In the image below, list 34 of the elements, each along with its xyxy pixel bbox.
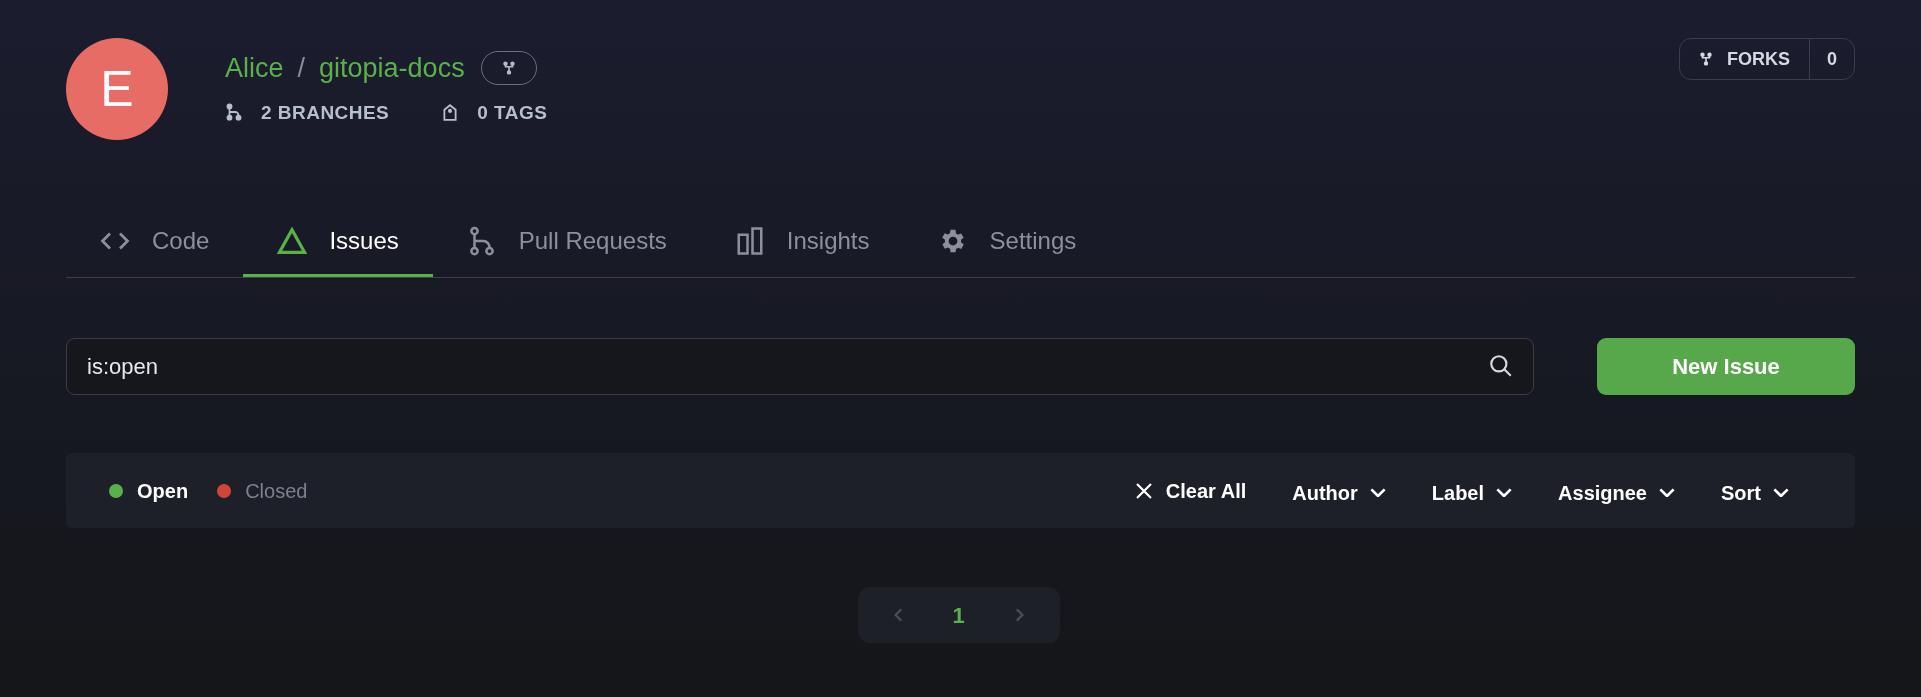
forks-counter[interactable]: FORKS 0: [1679, 38, 1855, 80]
owner-link[interactable]: Alice: [225, 48, 284, 89]
chevron-down-icon: [1496, 488, 1513, 497]
tab[interactable]: Issues: [243, 208, 433, 277]
state-filter[interactable]: Closed: [217, 475, 308, 506]
filter-dropdown[interactable]: Label: [1431, 477, 1513, 508]
tab[interactable]: Insights: [700, 208, 904, 277]
tab[interactable]: Settings: [903, 208, 1111, 277]
triangle-icon: [277, 226, 308, 256]
path-separator: /: [297, 52, 306, 85]
search-icon[interactable]: [1488, 353, 1514, 379]
state-filter[interactable]: Open: [109, 475, 189, 506]
filter-dropdown[interactable]: Assignee: [1558, 477, 1675, 508]
tag-icon: [441, 102, 460, 123]
clear-all-button[interactable]: Clear All: [1133, 475, 1247, 506]
tab[interactable]: Code: [66, 208, 244, 277]
search-field[interactable]: is:open: [66, 338, 1534, 395]
branch-icon: [225, 102, 243, 123]
page-number[interactable]: 1: [952, 598, 965, 632]
repo-link[interactable]: gitopia-docs: [319, 48, 465, 89]
filter-dropdown[interactable]: Author: [1292, 477, 1386, 508]
fork-icon: [501, 61, 516, 76]
fork-icon: [1699, 52, 1713, 66]
chevron-down-icon: [1369, 488, 1386, 497]
forks-label: FORKS: [1727, 47, 1790, 71]
chevron-down-icon: [1773, 488, 1789, 497]
avatar: E: [66, 38, 168, 140]
stat-label[interactable]: 0 TAGS: [477, 98, 548, 127]
forks-count: 0: [1826, 47, 1838, 71]
chevron-down-icon: [1659, 488, 1675, 497]
stat-label[interactable]: 2 BRANCHES: [261, 98, 390, 127]
filter-dropdown[interactable]: Sort: [1721, 477, 1789, 508]
close-icon: [1133, 480, 1154, 501]
tab[interactable]: Pull Requests: [432, 208, 701, 277]
